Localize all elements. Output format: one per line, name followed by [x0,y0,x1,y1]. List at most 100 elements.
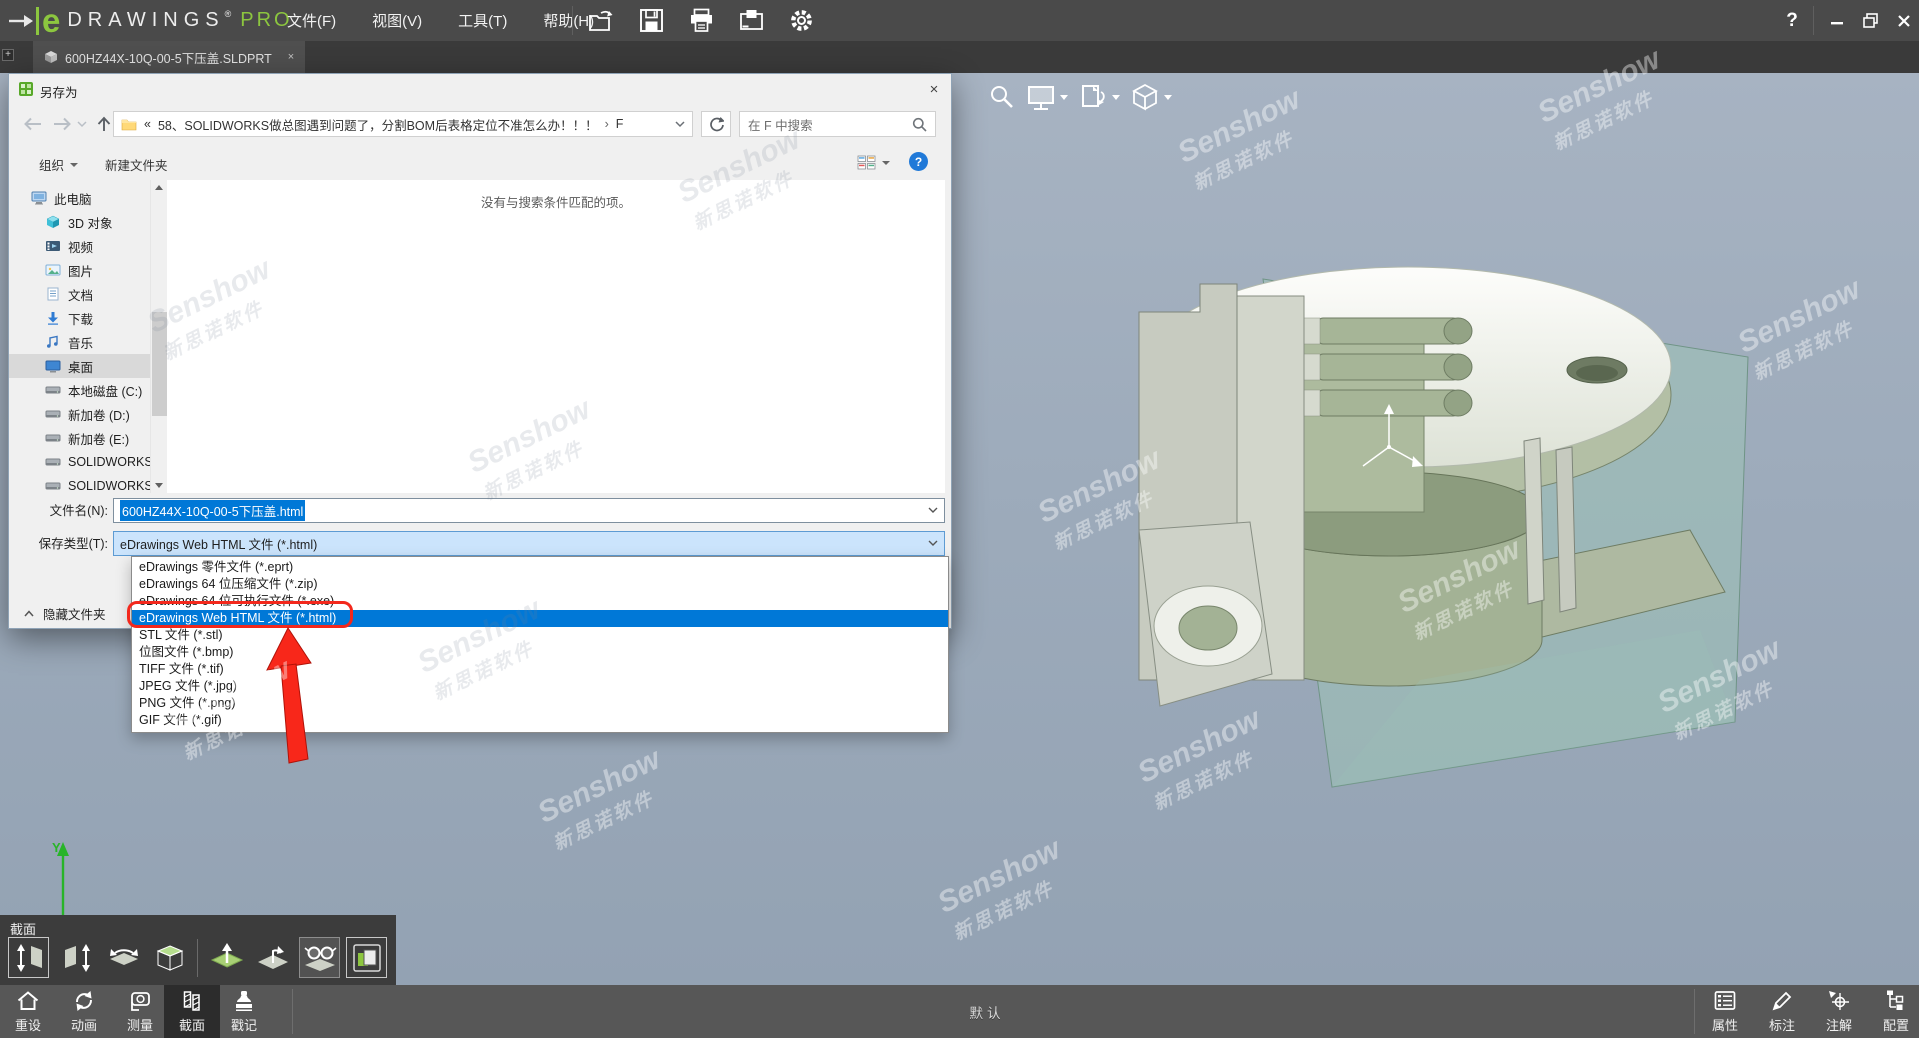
hide-folders-button[interactable]: 隐藏文件夹 [43,604,106,623]
help-button[interactable]: ? [1775,0,1809,41]
filetype-option[interactable]: GIF 文件 (*.gif) [132,712,948,729]
reverse-section-direction-button[interactable] [206,937,247,978]
tab-title: 600HZ44X-10Q-00-5下压盖.SLDPRT [65,48,272,67]
3d-model-section-view[interactable] [1100,200,1860,840]
menu-help[interactable]: 帮助(H) [543,10,594,31]
sidebar-item-documents[interactable]: 文档 [9,282,150,306]
minimize-button[interactable] [1820,0,1853,41]
sidebar-item-solidworks[interactable]: SOLIDWORKS [9,450,150,474]
section-button[interactable]: 截面 [164,985,220,1038]
scrollbar-thumb[interactable] [152,312,167,416]
sidebar-item-desktop[interactable]: 桌面 [9,354,150,378]
filetype-option[interactable]: eDrawings 零件文件 (*.eprt) [132,559,948,576]
show-section-cap-button[interactable] [299,937,340,978]
breadcrumb-current[interactable]: F [616,117,624,131]
measure-button[interactable]: 测量 [112,985,168,1038]
publish-icon[interactable] [738,7,765,34]
dialog-help-button[interactable]: ? [909,152,928,171]
new-tab-button[interactable]: + [2,49,14,61]
zoom-icon[interactable] [988,83,1016,111]
restore-icon [1863,13,1878,28]
menu-tools[interactable]: 工具(T) [458,10,507,31]
section-view-toggle-button[interactable] [346,937,387,978]
recent-locations-icon[interactable] [77,121,87,128]
properties-icon [1713,989,1737,1013]
configuration-button[interactable]: 配置 [1868,985,1919,1038]
organize-button[interactable]: 组织 [39,155,78,174]
chevron-down-icon[interactable] [928,540,938,547]
scroll-up-icon[interactable] [155,185,163,190]
filetype-option[interactable]: TIFF 文件 (*.tif) [132,661,948,678]
back-icon[interactable] [22,115,44,133]
filetype-option[interactable]: JPEG 文件 (*.jpg) [132,678,948,695]
open-file-icon[interactable] [588,7,615,34]
filetype-option[interactable]: PNG 文件 (*.png) [132,695,948,712]
filename-value: 600HZ44X-10Q-00-5下压盖.html [120,500,305,521]
flip-section-xy-button[interactable] [8,937,49,978]
filetype-option[interactable]: eDrawings 64 位压缩文件 (*.zip) [132,576,948,593]
stamp-button[interactable]: 戳记 [216,985,272,1038]
chevron-down-icon[interactable] [928,507,938,514]
breadcrumb[interactable]: « 58、SOLIDWORKS做总图遇到问题了，分割BOM后表格定位不准怎么办！… [113,111,693,137]
sidebar-item-solidworks-f[interactable]: SOLIDWORKS (F [9,474,150,493]
filename-input[interactable]: 600HZ44X-10Q-00-5下压盖.html [113,498,945,523]
toolbar-separator [572,6,573,35]
dialog-titlebar[interactable]: 另存为 × [9,74,951,104]
view-mode-button[interactable] [857,155,890,170]
sidebar-item-drive-d[interactable]: 新加卷 (D:) [9,402,150,426]
reset-button[interactable]: 重设 [0,985,56,1038]
restore-button[interactable] [1854,0,1887,41]
dialog-close-button[interactable]: × [921,77,947,101]
address-dropdown-icon[interactable] [675,121,685,128]
animation-button[interactable]: 动画 [56,985,112,1038]
sidebar-item-downloads[interactable]: 下载 [9,306,150,330]
sidebar-item-pictures[interactable]: 图片 [9,258,150,282]
up-icon[interactable] [95,115,113,133]
annotations-button[interactable]: 注解 [1811,985,1867,1038]
flip-section-zy-icon [61,941,95,975]
sidebar-item-3d-objects[interactable]: 3D 对象 [9,210,150,234]
chevron-up-icon[interactable] [24,610,34,617]
filetype-option[interactable]: 位图文件 (*.bmp) [132,644,948,661]
filetype-option-selected[interactable]: eDrawings Web HTML 文件 (*.html) [132,610,948,627]
section-panel-divider [197,939,198,977]
file-list-area[interactable]: 没有与搜索条件匹配的项。 [167,180,945,493]
print-icon[interactable] [688,7,715,34]
new-folder-button[interactable]: 新建文件夹 [105,155,168,174]
forward-icon[interactable] [51,115,73,133]
menu-file[interactable]: 文件(F) [287,10,336,31]
sidebar-scrollbar[interactable] [150,180,167,493]
menu-view[interactable]: 视图(V) [372,10,422,31]
sidebar-item-drive-c[interactable]: 本地磁盘 (C:) [9,378,150,402]
sidebar-item-videos[interactable]: 视频 [9,234,150,258]
active-document-tab[interactable]: 600HZ44X-10Q-00-5下压盖.SLDPRT × [33,41,305,73]
display-style-group[interactable] [1027,84,1068,111]
filetype-option[interactable]: STL 文件 (*.stl) [132,627,948,644]
markup-button[interactable]: 标注 [1754,985,1810,1038]
breadcrumb-separator: › [605,117,609,131]
sidebar-item-drive-e[interactable]: 新加卷 (E:) [9,426,150,450]
flip-section-zy-button[interactable] [57,937,98,978]
annotation-target-icon [1827,989,1851,1013]
filetype-dropdown-list: eDrawings 零件文件 (*.eprt) eDrawings 64 位压缩… [131,556,949,733]
save-icon[interactable] [638,7,665,34]
view-orientation-group[interactable] [1131,83,1172,111]
box-section-button[interactable] [149,937,190,978]
scroll-down-icon[interactable] [155,483,163,488]
reverse-direction-icon [210,941,244,975]
close-button[interactable] [1887,0,1919,41]
properties-button[interactable]: 属性 [1697,985,1753,1038]
breadcrumb-folder[interactable]: 58、SOLIDWORKS做总图遇到问题了，分割BOM后表格定位不准怎么办！！！ [158,115,598,134]
markup-pages-group[interactable] [1079,83,1120,111]
search-input[interactable]: 在 F 中搜索 [739,111,936,137]
filetype-option[interactable]: eDrawings 64 位可执行文件 (*.exe) [132,593,948,610]
sidebar-item-this-pc[interactable]: 此电脑 [9,186,150,210]
savetype-combobox[interactable]: eDrawings Web HTML 文件 (*.html) [113,531,945,556]
tab-close-icon[interactable]: × [288,51,294,63]
sidebar-item-music[interactable]: 音乐 [9,330,150,354]
rotate-section-button[interactable] [252,937,293,978]
rotate-section-plane-button[interactable] [103,937,144,978]
refresh-button[interactable] [701,111,731,137]
settings-gear-icon[interactable] [788,7,815,34]
bottom-toolbar: 重设 动画 测量 [0,985,1919,1038]
